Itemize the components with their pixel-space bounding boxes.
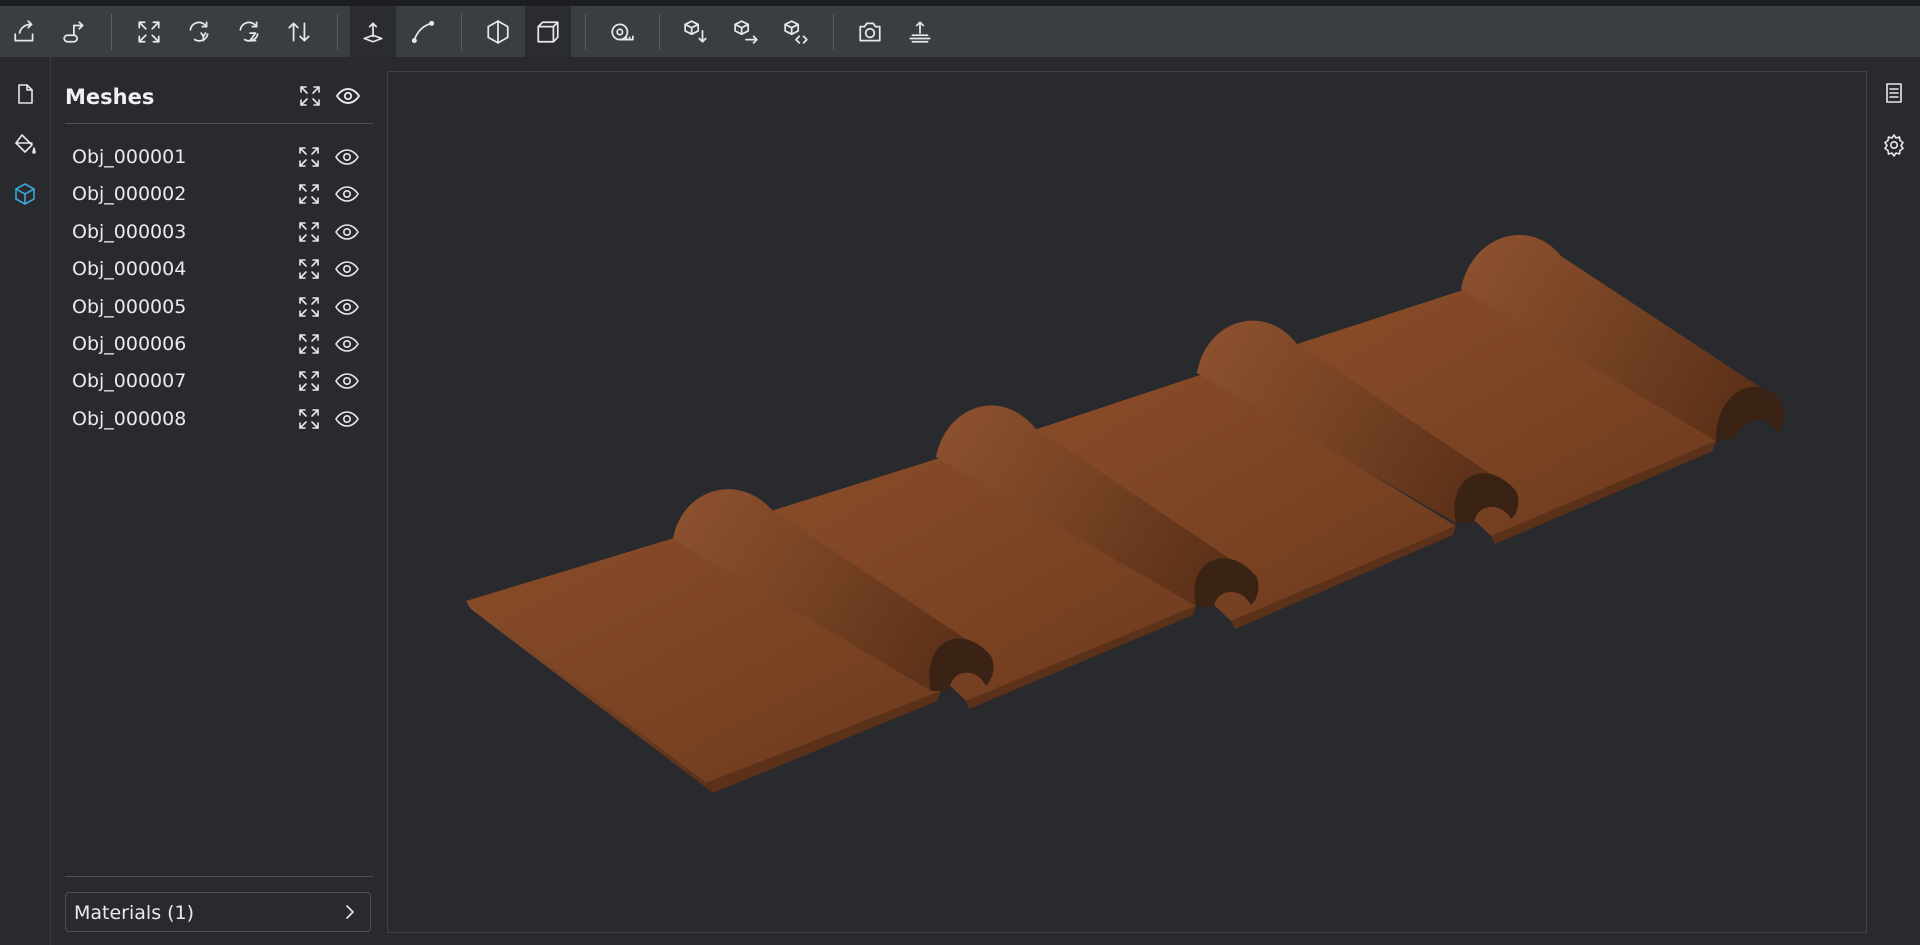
eye-icon[interactable] xyxy=(333,218,361,246)
solid-view-icon[interactable] xyxy=(525,6,571,57)
meshes-panel: Meshes Obj_000001 Obj_000002 Obj_000003 … xyxy=(51,57,381,945)
list-item[interactable]: Obj_000006 xyxy=(65,326,375,363)
materials-label: Materials (1) xyxy=(74,902,195,924)
eye-icon[interactable] xyxy=(333,367,361,395)
mesh-label: Obj_000008 xyxy=(72,407,187,430)
eye-icon[interactable] xyxy=(333,405,361,433)
fit-view-icon[interactable] xyxy=(295,330,323,358)
materials-section-toggle[interactable]: Materials (1) xyxy=(65,892,371,932)
fit-view-icon[interactable] xyxy=(295,405,323,433)
mesh-label: Obj_000004 xyxy=(72,258,187,281)
settings-icon[interactable] xyxy=(1880,131,1908,159)
list-item[interactable]: Obj_000008 xyxy=(65,401,375,438)
roof-tile-model xyxy=(466,234,1785,793)
chevron-right-icon xyxy=(346,905,354,919)
eye-icon[interactable] xyxy=(333,81,363,111)
right-sidebar-rail xyxy=(1868,57,1920,945)
eye-icon[interactable] xyxy=(333,143,361,171)
toolbar-separator xyxy=(111,14,112,50)
main-toolbar xyxy=(0,6,1920,57)
fit-view-icon[interactable] xyxy=(295,143,323,171)
3d-viewport[interactable] xyxy=(387,71,1867,933)
eye-icon[interactable] xyxy=(333,180,361,208)
fit-view-icon[interactable] xyxy=(126,6,172,57)
mesh-label: Obj_000003 xyxy=(72,220,187,243)
wireframe-toggle-icon[interactable] xyxy=(475,6,521,57)
mesh-label: Obj_000001 xyxy=(72,146,187,168)
eye-icon[interactable] xyxy=(333,330,361,358)
list-item[interactable]: Obj_000005 xyxy=(65,289,375,326)
toolbar-separator xyxy=(659,14,660,50)
ground-plane-icon[interactable] xyxy=(897,6,943,57)
toolbar-separator xyxy=(585,14,586,50)
fit-view-icon[interactable] xyxy=(295,255,323,283)
fit-all-icon[interactable] xyxy=(295,81,325,111)
cube-code-icon[interactable] xyxy=(773,6,819,57)
file-icon[interactable] xyxy=(10,79,40,109)
list-item[interactable]: Obj_000004 xyxy=(65,251,375,288)
paint-bucket-icon[interactable] xyxy=(10,129,40,159)
flip-axes-icon[interactable] xyxy=(276,6,322,57)
eye-icon[interactable] xyxy=(333,293,361,321)
cube-down-icon[interactable] xyxy=(673,6,719,57)
list-item[interactable]: Obj_000003 xyxy=(65,214,375,251)
eye-icon[interactable] xyxy=(333,255,361,283)
rotate-y-icon[interactable] xyxy=(176,6,222,57)
toolbar-separator xyxy=(461,14,462,50)
up-axis-icon[interactable] xyxy=(350,6,396,57)
mesh-label: Obj_000002 xyxy=(72,183,187,206)
cube-right-icon[interactable] xyxy=(723,6,769,57)
fit-view-icon[interactable] xyxy=(295,367,323,395)
list-item[interactable]: Obj_000002 xyxy=(65,176,375,213)
measure-tape-icon[interactable] xyxy=(599,6,645,57)
fit-view-icon[interactable] xyxy=(295,293,323,321)
mesh-label: Obj_000005 xyxy=(72,295,187,318)
fit-view-icon[interactable] xyxy=(295,218,323,246)
fit-view-icon[interactable] xyxy=(295,180,323,208)
mesh-label: Obj_000006 xyxy=(72,332,187,355)
list-item[interactable]: Obj_000007 xyxy=(65,363,375,400)
panel-divider xyxy=(65,876,373,877)
toolbar-separator xyxy=(833,14,834,50)
export-icon[interactable] xyxy=(52,6,98,57)
curve-tool-icon[interactable] xyxy=(400,6,446,57)
list-item[interactable]: Obj_000001 xyxy=(65,139,375,176)
list-icon[interactable] xyxy=(1880,79,1908,107)
panel-divider xyxy=(65,123,373,124)
camera-icon[interactable] xyxy=(847,6,893,57)
rotate-z-icon[interactable] xyxy=(226,6,272,57)
toolbar-separator xyxy=(337,14,338,50)
panel-title: Meshes xyxy=(65,85,155,109)
mesh-list: Obj_000001 Obj_000002 Obj_000003 Obj_000… xyxy=(65,139,375,438)
mesh-label: Obj_000007 xyxy=(72,370,187,393)
left-sidebar-rail xyxy=(0,57,51,945)
import-icon[interactable] xyxy=(2,6,48,57)
cube-icon[interactable] xyxy=(10,179,40,209)
